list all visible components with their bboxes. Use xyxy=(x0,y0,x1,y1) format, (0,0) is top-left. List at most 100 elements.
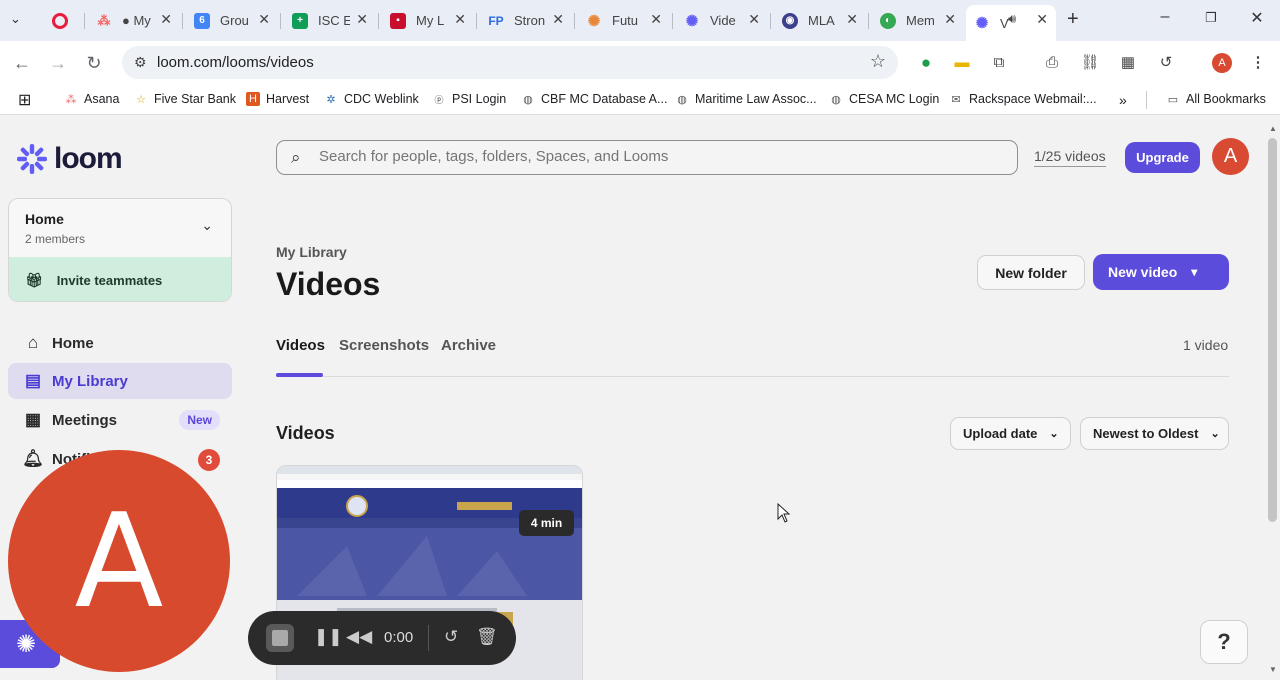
profile-avatar[interactable]: A xyxy=(1212,53,1232,73)
breadcrumb[interactable]: My Library xyxy=(276,244,347,260)
sidebar-item-label: My Library xyxy=(52,372,128,390)
all-bookmarks[interactable]: ▭ All Bookmarks xyxy=(1166,92,1266,106)
speaker-icon[interactable]: 🔊︎ xyxy=(1008,11,1016,27)
tab-title: Stron xyxy=(514,13,546,28)
forward-icon[interactable]: → xyxy=(46,51,70,75)
user-avatar[interactable]: A xyxy=(1212,138,1249,175)
close-tab-icon[interactable]: ✕ xyxy=(160,11,172,28)
url-text[interactable]: loom.com/looms/videos xyxy=(157,54,314,71)
menu-kebab-icon[interactable]: ⋮ xyxy=(1248,53,1268,73)
link-icon[interactable]: ⛓ xyxy=(1080,53,1100,73)
chevron-down-icon[interactable]: ⌄ xyxy=(201,217,213,234)
sort-by-dropdown[interactable]: Upload date ⌄ xyxy=(950,417,1071,450)
new-tab-icon[interactable]: + xyxy=(1067,8,1079,31)
bookmark-item[interactable]: ◍ Maritime Law Assoc... xyxy=(675,92,816,106)
close-tab-icon[interactable]: ✕ xyxy=(1036,11,1048,28)
address-bar[interactable]: ⚙ loom.com/looms/videos ☆ xyxy=(122,46,898,79)
apps-grid-icon[interactable]: ⊞ xyxy=(18,90,31,110)
back-icon[interactable]: ← xyxy=(10,51,34,75)
bookmark-item[interactable]: ◍ CBF MC Database A... xyxy=(521,92,667,106)
browser-tab[interactable]: ▪ My L ✕ xyxy=(382,6,474,35)
close-tab-icon[interactable]: ✕ xyxy=(454,11,466,28)
new-video-button[interactable]: New video ▾ xyxy=(1093,254,1229,290)
reload-icon[interactable]: ↻ xyxy=(82,51,106,75)
bookmark-label: CDC Weblink xyxy=(344,92,419,106)
bookmark-item[interactable]: ✲ CDC Weblink xyxy=(324,92,419,106)
close-tab-icon[interactable]: ✕ xyxy=(748,11,760,28)
bookmark-item[interactable]: ☆ Five Star Bank xyxy=(134,92,236,106)
qr-icon[interactable]: ▦ xyxy=(1118,53,1138,73)
window-close-icon[interactable]: ✕ xyxy=(1242,8,1272,28)
extension-yellow-icon[interactable]: ▬ xyxy=(952,53,972,73)
grammarly-icon[interactable]: ● xyxy=(916,53,936,73)
recorder-camera-avatar[interactable]: A xyxy=(8,450,230,672)
tab-title: ISC E xyxy=(318,13,350,28)
site-info-icon[interactable]: ⚙ xyxy=(134,54,147,71)
more-bookmarks-icon[interactable]: » xyxy=(1119,92,1127,108)
search-input[interactable] xyxy=(319,148,999,165)
scrollbar-thumb[interactable] xyxy=(1268,138,1277,522)
harvest-icon: ▪ xyxy=(390,12,406,29)
history-icon[interactable]: ↺ xyxy=(1156,53,1176,73)
asana-icon: ⁂ xyxy=(65,93,77,106)
bookmark-item[interactable]: ✉ Rackspace Webmail:... xyxy=(949,92,1096,106)
gift-icon: 🎁︎ xyxy=(25,271,43,288)
browser-tab[interactable]: ◐ Mem ✕ xyxy=(872,6,964,35)
tab-videos[interactable]: Videos xyxy=(276,337,325,354)
minimize-icon[interactable]: – xyxy=(1150,8,1180,26)
bookmark-item[interactable]: H Harvest xyxy=(246,92,309,106)
close-tab-icon[interactable]: ✕ xyxy=(846,11,858,28)
browser-tab[interactable]: ⁂ ● My ✕ xyxy=(88,6,180,35)
browser-tab-active[interactable]: ✺ V 🔊︎ ✕ xyxy=(966,5,1056,41)
invite-teammates-button[interactable]: 🎁︎ Invite teammates xyxy=(9,257,231,301)
close-tab-icon[interactable]: ✕ xyxy=(356,11,368,28)
close-tab-icon[interactable]: ✕ xyxy=(552,11,564,28)
tab-search-chevron-icon[interactable]: ⌄ xyxy=(10,11,21,27)
browser-tab[interactable]: 6 Grou ✕ xyxy=(186,6,278,35)
close-tab-icon[interactable]: ✕ xyxy=(944,11,956,28)
close-tab-icon[interactable]: ✕ xyxy=(258,11,270,28)
bookmark-label: PSI Login xyxy=(452,92,507,106)
video-quota[interactable]: 1/25 videos xyxy=(1034,148,1106,167)
trash-icon[interactable]: 🗑︎ xyxy=(476,627,498,647)
new-folder-button[interactable]: New folder xyxy=(977,255,1085,290)
sidebar-item-home[interactable]: ⌂ Home xyxy=(8,325,232,361)
extensions-puzzle-icon[interactable]: ⧉ xyxy=(989,53,1009,73)
loom-logo[interactable]: loom xyxy=(16,142,123,176)
scroll-up-icon[interactable]: ▲ xyxy=(1269,124,1277,133)
upgrade-button[interactable]: Upgrade xyxy=(1125,142,1200,173)
bookmark-item[interactable]: ⓟ PSI Login xyxy=(432,92,506,106)
browser-tab[interactable]: ✺ Vide ✕ xyxy=(676,6,768,35)
rewind-icon[interactable]: ◀◀ xyxy=(346,627,372,647)
chevron-down-icon: ▾ xyxy=(1191,265,1198,279)
browser-tab[interactable] xyxy=(44,6,78,35)
browser-tab[interactable]: + ISC E ✕ xyxy=(284,6,376,35)
logo-wordmark: loom xyxy=(54,142,123,175)
recording-controls: ❚❚ ◀◀ 0:00 ↺ 🗑︎ xyxy=(248,611,516,665)
loom-icon: ✺ xyxy=(685,12,699,30)
tab-title: Vide xyxy=(710,13,736,28)
bookmark-item[interactable]: ⁂ Asana xyxy=(64,92,120,106)
bookmark-item[interactable]: ◍ CESA MC Login xyxy=(829,92,939,106)
browser-tab[interactable]: ✺ Futu ✕ xyxy=(578,6,670,35)
print-icon[interactable]: ⎙ xyxy=(1042,53,1062,73)
close-tab-icon[interactable]: ✕ xyxy=(650,11,662,28)
help-button[interactable]: ? xyxy=(1200,620,1248,664)
pause-icon[interactable]: ❚❚ xyxy=(314,627,343,647)
bookmark-star-icon[interactable]: ☆ xyxy=(870,51,886,72)
workspace-switcher[interactable]: Home 2 members ⌄ 🎁︎ Invite teammates xyxy=(8,198,232,302)
sidebar-item-my-library[interactable]: ▤ My Library xyxy=(8,363,232,399)
restore-icon[interactable]: ❐ xyxy=(1196,10,1226,26)
scroll-down-icon[interactable]: ▼ xyxy=(1269,665,1277,674)
browser-tab[interactable]: FP Stron ✕ xyxy=(480,6,572,35)
sidebar-item-meetings[interactable]: ▦ Meetings New xyxy=(8,402,232,438)
tab-divider xyxy=(276,376,1229,377)
restart-icon[interactable]: ↺ xyxy=(444,627,458,647)
stop-recording-button[interactable] xyxy=(266,624,294,652)
tab-title: Grou xyxy=(220,13,249,28)
browser-tab[interactable]: ◉ MLA ✕ xyxy=(774,6,866,35)
sort-order-dropdown[interactable]: Newest to Oldest ⌄ xyxy=(1080,417,1229,450)
tab-archive[interactable]: Archive xyxy=(441,337,496,354)
tab-screenshots[interactable]: Screenshots xyxy=(339,337,429,354)
search-bar[interactable]: ⌕ xyxy=(276,140,1018,175)
